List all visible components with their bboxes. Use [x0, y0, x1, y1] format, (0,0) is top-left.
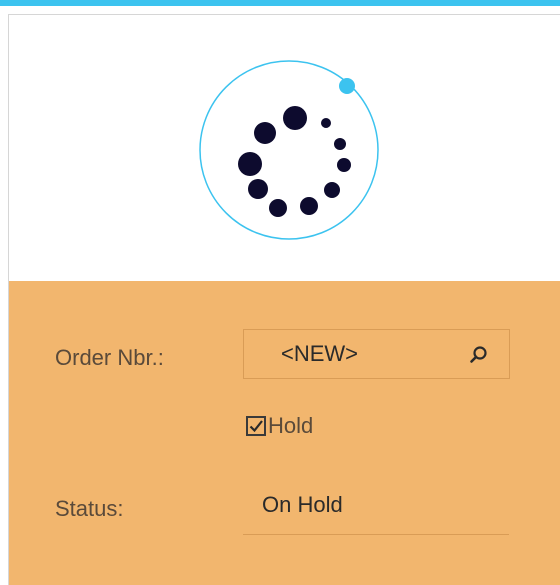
- hold-checkbox[interactable]: [246, 416, 266, 436]
- order-form: Order Nbr.: <NEW> Hold Status: On Hold: [9, 281, 560, 585]
- order-nbr-label: Order Nbr.:: [55, 345, 164, 370]
- search-icon[interactable]: [468, 344, 490, 366]
- hold-label[interactable]: Hold: [268, 413, 313, 439]
- loading-spinner-icon: [199, 60, 379, 240]
- status-value: On Hold: [262, 492, 343, 517]
- status-label: Status:: [55, 496, 124, 521]
- top-accent-bar: [0, 0, 560, 6]
- checkmark-icon: [249, 420, 263, 433]
- order-nbr-value[interactable]: <NEW>: [281, 341, 358, 367]
- order-nbr-field[interactable]: <NEW>: [243, 329, 510, 379]
- loading-overlay: [9, 15, 560, 281]
- status-underline: [243, 534, 509, 535]
